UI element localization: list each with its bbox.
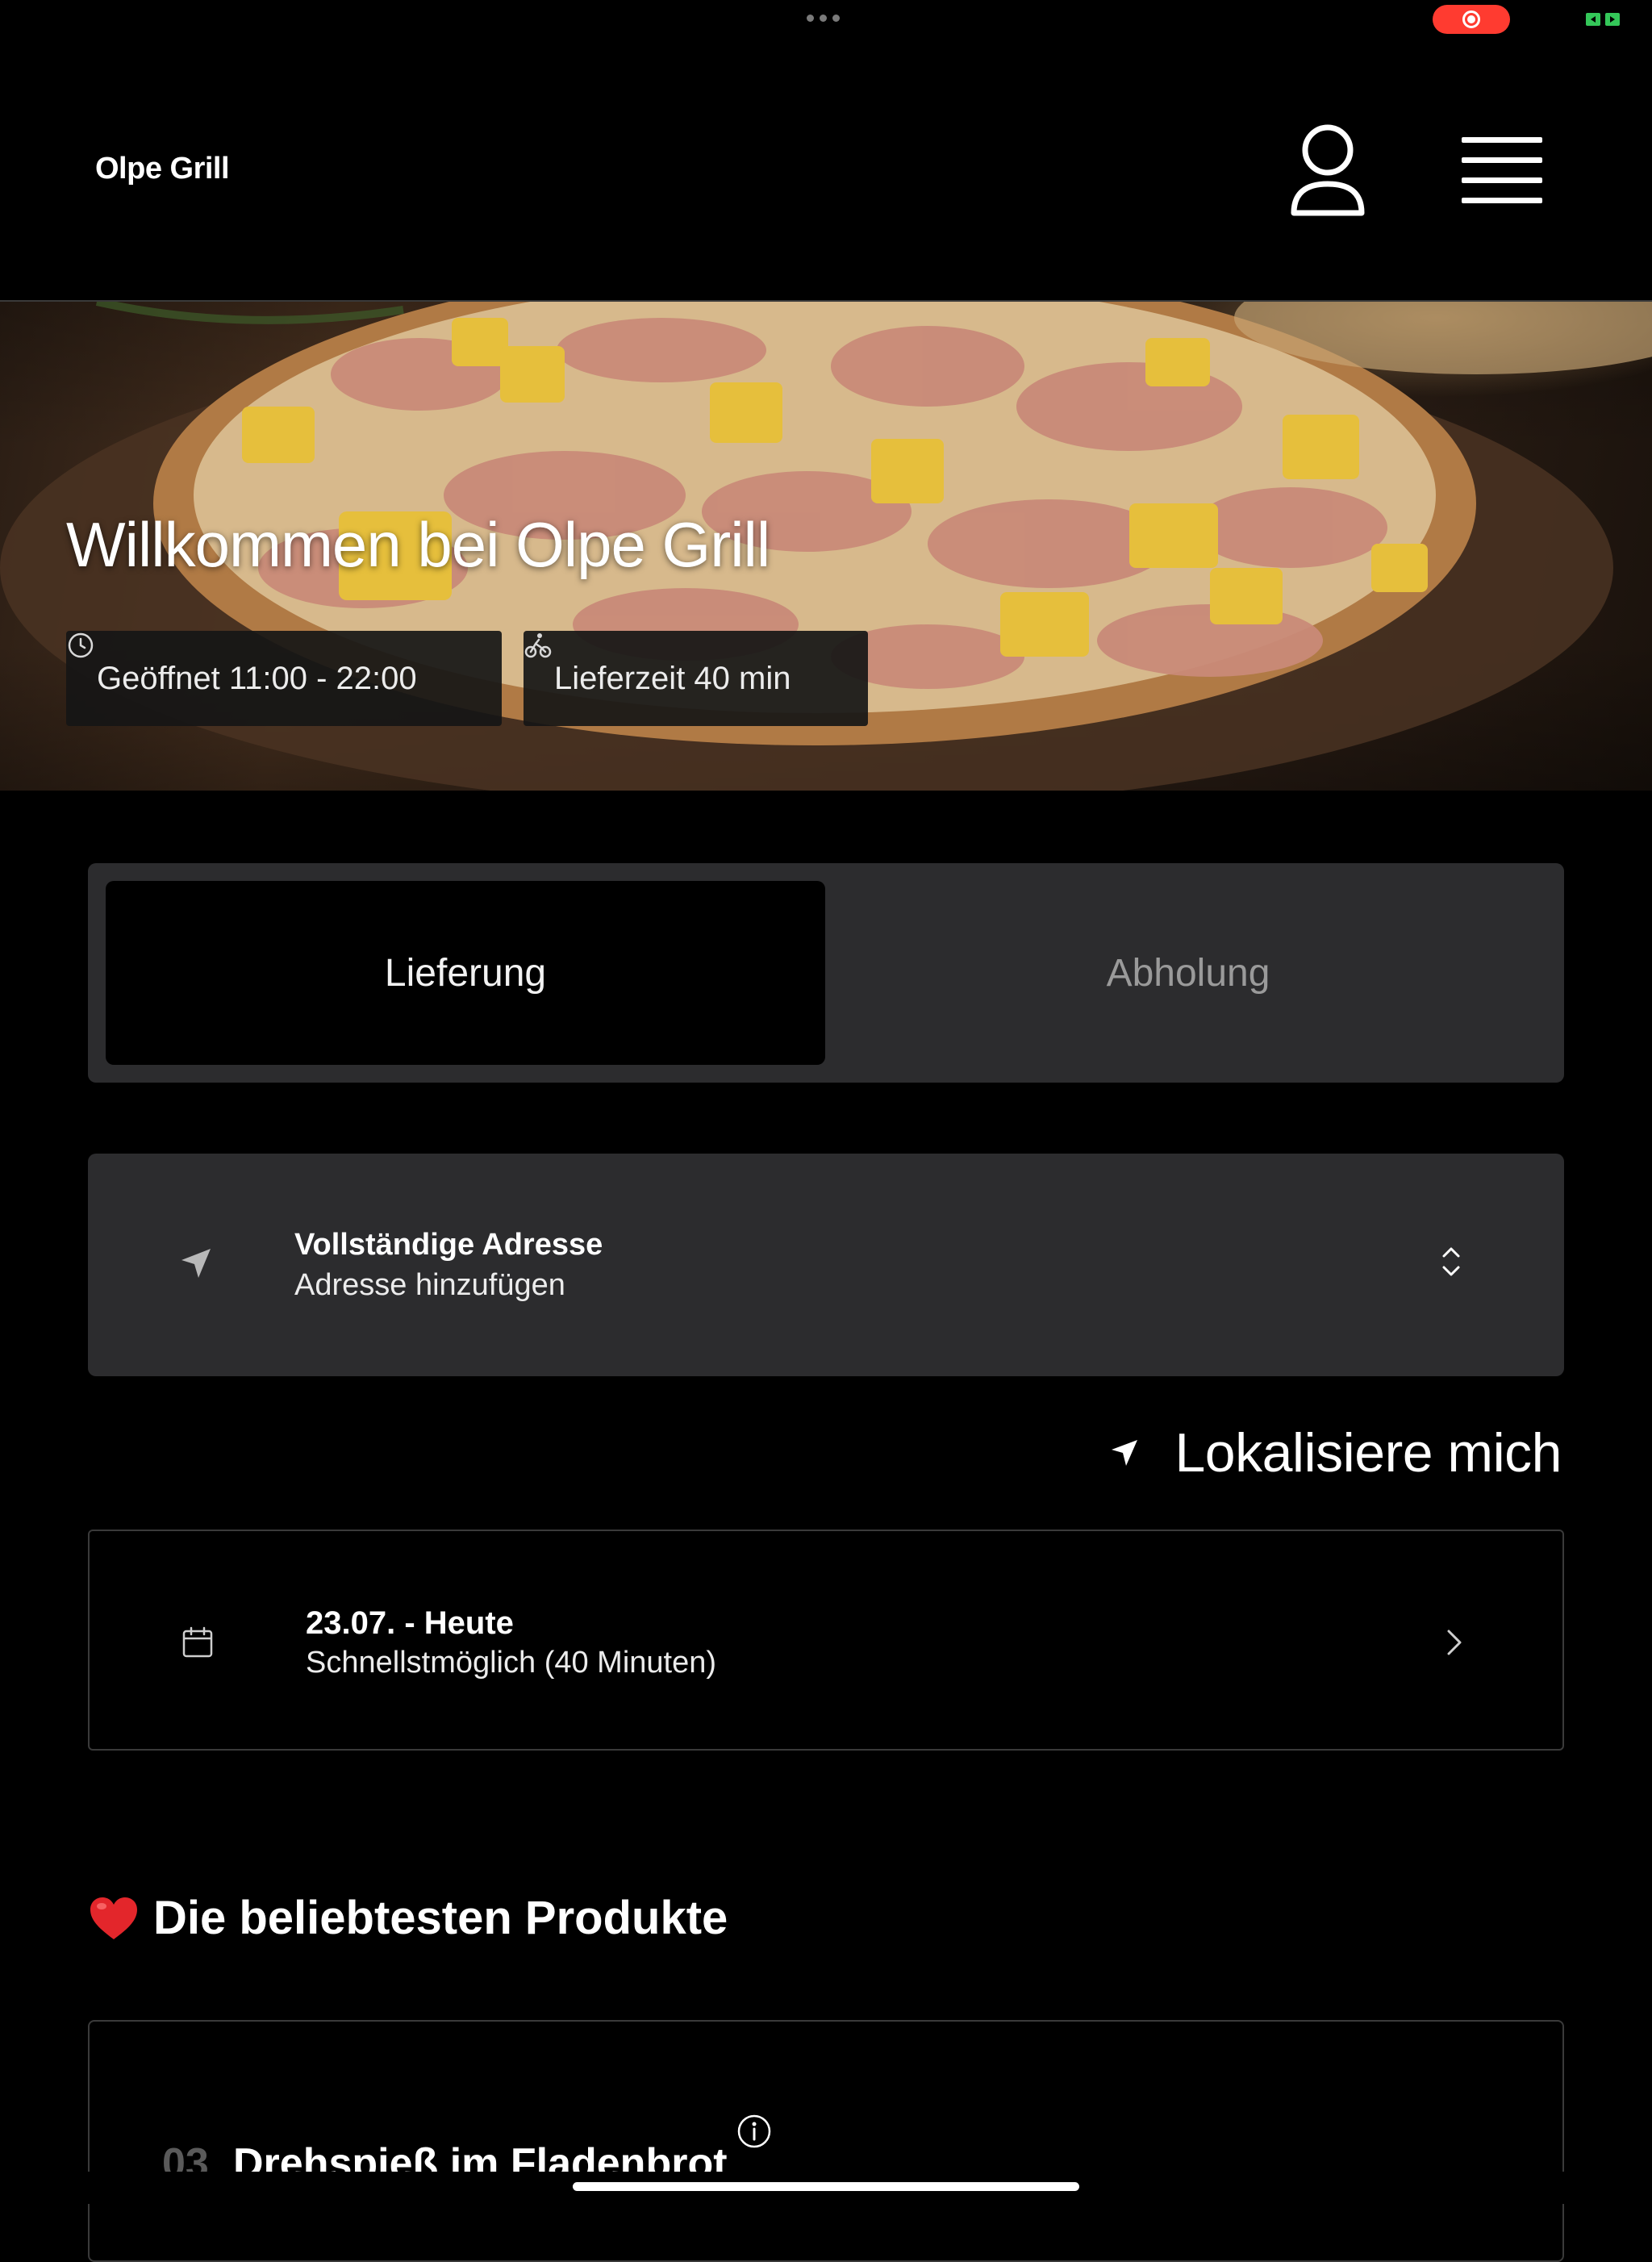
- profile-button[interactable]: [1289, 124, 1366, 218]
- battery-icon: [1586, 11, 1621, 31]
- location-arrow-icon: [1112, 1440, 1138, 1466]
- delivery-date: 23.07. - Heute: [306, 1605, 514, 1641]
- more-dots-icon[interactable]: [807, 15, 840, 22]
- hero-title: Willkommen bei Olpe Grill: [66, 509, 770, 580]
- opening-hours-text: Geöffnet 11:00 - 22:00: [97, 660, 417, 696]
- tab-lieferung[interactable]: Lieferung: [106, 881, 825, 1065]
- navigation-arrow-icon: [181, 1249, 211, 1278]
- address-subtitle: Adresse hinzufügen: [294, 1268, 565, 1302]
- user-icon: [1291, 124, 1365, 216]
- chevron-up-down-icon: [1442, 1247, 1460, 1276]
- popular-products-title: Die beliebtesten Produkte: [153, 1892, 728, 1944]
- calendar-icon: [182, 1626, 213, 1658]
- app-title[interactable]: Olpe Grill: [95, 152, 230, 186]
- address-selector[interactable]: Vollständige Adresse Adresse hinzufügen: [88, 1154, 1564, 1376]
- locate-me-label: Lokalisiere mich: [1174, 1422, 1562, 1484]
- hero-banner: Willkommen bei Olpe Grill Geöffnet 11:00…: [0, 302, 1652, 791]
- heart-icon: [90, 1897, 137, 1939]
- delivery-time-option: Schnellstmöglich (40 Minuten): [306, 1646, 717, 1680]
- delivery-time-badge: Lieferzeit 40 min: [524, 631, 868, 726]
- locate-me-button[interactable]: Lokalisiere mich: [1110, 1421, 1562, 1484]
- info-icon[interactable]: [736, 2114, 772, 2149]
- tab-abholung[interactable]: Abholung: [828, 881, 1548, 1065]
- home-indicator[interactable]: [573, 2182, 1079, 2191]
- clock-icon: [68, 632, 94, 658]
- chevron-right-icon: [1447, 1630, 1462, 1655]
- address-title: Vollständige Adresse: [294, 1228, 603, 1262]
- delivery-time-text: Lieferzeit 40 min: [554, 660, 791, 696]
- popular-products-heading: Die beliebtesten Produkte: [89, 1891, 728, 1945]
- delivery-time-selector[interactable]: 23.07. - Heute Schnellstmöglich (40 Minu…: [88, 1530, 1564, 1751]
- product-card[interactable]: 03 Drehspieß im Fladenbrot: [88, 2020, 1564, 2262]
- opening-hours-badge: Geöffnet 11:00 - 22:00: [66, 631, 502, 726]
- order-mode-toggle: Lieferung Abholung: [88, 863, 1564, 1083]
- screen-recording-icon[interactable]: [1433, 5, 1510, 34]
- bicycle-icon: [524, 633, 552, 658]
- hamburger-menu-icon[interactable]: [1462, 136, 1542, 205]
